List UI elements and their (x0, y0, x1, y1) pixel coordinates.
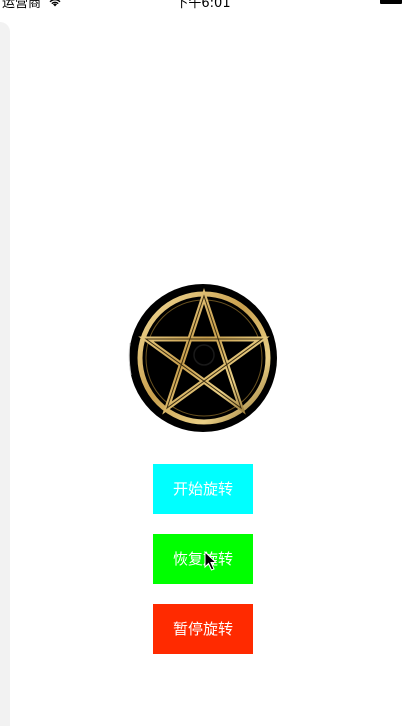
status-time: 下午6:01 (175, 0, 231, 11)
status-bar: 运营商 下午6:01 (0, 0, 406, 11)
resume-rotation-button[interactable]: 恢复旋转 (153, 534, 253, 584)
start-rotation-button[interactable]: 开始旋转 (153, 464, 253, 514)
pentagram-emblem (128, 283, 278, 433)
app-screen: 运营商 下午6:01 开始旋转 恢复旋转 暂停旋转 (0, 0, 406, 726)
pause-rotation-button[interactable]: 暂停旋转 (153, 604, 253, 654)
battery-icon (380, 0, 402, 4)
previous-view-edge (0, 22, 10, 726)
pentagram-icon (128, 284, 277, 432)
